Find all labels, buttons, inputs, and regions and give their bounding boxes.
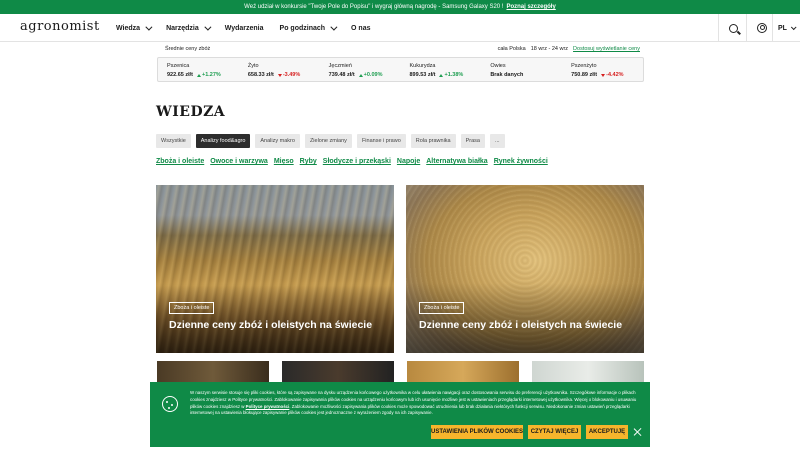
prices-panel: Pszenica 922.65 zł/t +1.27% Żyto 658.33 … bbox=[157, 57, 644, 82]
promo-text: Weź udział w konkursie "Twoje Pole do Po… bbox=[244, 4, 504, 10]
cookie-settings-button[interactable]: USTAWIENIA PLIKÓW COOKIES bbox=[431, 425, 523, 439]
prices-header: Średnie ceny zbóż cała Polska 18 wrz - 2… bbox=[165, 45, 640, 55]
price-name: Owies bbox=[490, 63, 506, 69]
price-value: 922.65 zł/t bbox=[167, 72, 193, 78]
nav-item-narzedzia[interactable]: Narzędzia bbox=[166, 23, 212, 32]
tab-prasa[interactable]: Prasa bbox=[460, 134, 485, 148]
price-item: Żyto 658.33 zł/t -3.49% bbox=[239, 58, 320, 81]
price-change: +1.27% bbox=[197, 72, 221, 78]
promo-details-link[interactable]: Poznaj szczegóły bbox=[506, 4, 555, 10]
category-link[interactable]: Rynek żywności bbox=[494, 158, 548, 165]
nav-item-label: O nas bbox=[351, 24, 371, 32]
nav-item-label: Wydarzenia bbox=[224, 24, 264, 32]
price-value: 658.33 zł/t bbox=[247, 72, 274, 78]
accept-button[interactable]: AKCEPTUJĘ bbox=[586, 425, 628, 439]
cookie-icon bbox=[162, 396, 178, 412]
price-value: 899.53 zł/t bbox=[409, 72, 436, 78]
price-item: Pszenżyto 750.89 zł/t -4.42% bbox=[562, 58, 643, 81]
tab-rola-prawnika[interactable]: Rola prawnika bbox=[410, 134, 456, 148]
read-more-button[interactable]: CZYTAJ WIĘCEJ bbox=[528, 425, 581, 439]
nav-item-label: Wiedza bbox=[116, 24, 141, 32]
price-value: Brak danych bbox=[490, 72, 524, 78]
prices-settings-link[interactable]: Dostosuj wyświetlanie ceny bbox=[573, 46, 640, 52]
category-link[interactable]: Ryby bbox=[300, 158, 317, 165]
tab-finanse-i-prawo[interactable]: Finanse i prawo bbox=[356, 134, 406, 148]
nav-item-label: Po godzinach bbox=[279, 24, 326, 32]
language-selector[interactable]: PL bbox=[772, 14, 800, 42]
arrow-down-icon bbox=[277, 73, 282, 77]
page-title: WIEDZA bbox=[156, 104, 226, 120]
price-change: +0.09% bbox=[358, 72, 382, 78]
user-icon bbox=[756, 23, 767, 33]
article-card[interactable]: Zboża i oleiste Dzienne ceny zbóż i olei… bbox=[156, 185, 394, 353]
arrow-down-icon bbox=[601, 73, 606, 77]
chevron-down-icon bbox=[145, 23, 153, 31]
tab-zielone-zmiany[interactable]: Zielone zmiany bbox=[304, 134, 352, 148]
article-category-badge: Zboża i oleiste bbox=[419, 302, 465, 314]
nav-item-o-nas[interactable]: O nas bbox=[351, 25, 370, 32]
site-header: agronomist Wiedza Narzędzia Wydarzenia P… bbox=[0, 14, 800, 42]
category-link[interactable]: Owoce i warzywa bbox=[210, 158, 268, 165]
arrow-up-icon bbox=[439, 73, 444, 77]
article-card[interactable]: Zboża i oleiste Dzienne ceny zbóż i olei… bbox=[406, 185, 644, 353]
prices-period: 18 wrz - 24 wrz bbox=[530, 46, 569, 52]
cookie-text: W naszym serwisie stosuje się pliki cook… bbox=[190, 390, 637, 416]
price-item: Owies Brak danych bbox=[481, 58, 562, 81]
price-item: Pszenica 922.65 zł/t +1.27% bbox=[158, 58, 239, 81]
privacy-policy-link[interactable]: Polityce prywatności bbox=[246, 404, 290, 409]
nav-item-wiedza[interactable]: Wiedza bbox=[116, 23, 153, 32]
price-change: -3.49% bbox=[277, 72, 300, 78]
promo-bar: Weź udział w konkursie "Twoje Pole do Po… bbox=[0, 0, 800, 14]
price-name: Jęczmień bbox=[328, 63, 352, 69]
price-value: 750.89 zł/t bbox=[571, 72, 598, 78]
price-change: +1.38% bbox=[439, 72, 463, 78]
tab-analizy-makro[interactable]: Analizy makro bbox=[255, 134, 300, 148]
article-category-badge: Zboża i oleiste bbox=[169, 302, 215, 314]
category-link[interactable]: Zboża i oleiste bbox=[156, 158, 204, 165]
category-link[interactable]: Mięso bbox=[274, 158, 294, 165]
category-link[interactable]: Napoje bbox=[397, 158, 420, 165]
category-link[interactable]: Alternatywa białka bbox=[426, 158, 487, 165]
category-link[interactable]: Słodycze i przekąski bbox=[323, 158, 391, 165]
chevron-down-icon bbox=[204, 23, 212, 31]
article-title: Dzienne ceny zbóż i oleistych na świecie bbox=[169, 319, 373, 331]
chevron-down-icon bbox=[790, 24, 797, 31]
language-label: PL bbox=[778, 24, 787, 32]
arrow-up-icon bbox=[197, 73, 201, 77]
chevron-down-icon bbox=[330, 23, 338, 31]
close-icon[interactable] bbox=[633, 427, 643, 437]
tab-analizy-food-agro[interactable]: Analizy food&agro bbox=[195, 134, 251, 148]
price-name: Pszenżyto bbox=[571, 63, 597, 69]
filter-tabs: Wszystkie Analizy food&agro Analizy makr… bbox=[156, 134, 505, 148]
main-nav: Wiedza Narzędzia Wydarzenia Po godzinach… bbox=[116, 14, 386, 42]
nav-item-po-godzinach[interactable]: Po godzinach bbox=[279, 23, 338, 32]
tab-more[interactable]: ... bbox=[490, 134, 505, 148]
price-name: Żyto bbox=[247, 63, 259, 69]
search-icon bbox=[729, 23, 738, 33]
cookie-banner: W naszym serwisie stosuje się pliki cook… bbox=[150, 382, 650, 447]
article-title: Dzienne ceny zbóż i oleistych na świecie bbox=[419, 319, 623, 331]
price-value: 739.48 zł/t bbox=[328, 72, 355, 78]
price-change: -4.42% bbox=[601, 72, 624, 78]
nav-item-label: Narzędzia bbox=[166, 24, 199, 32]
price-name: Pszenica bbox=[167, 63, 190, 69]
prices-region: cała Polska bbox=[497, 46, 526, 52]
site-logo[interactable]: agronomist bbox=[20, 19, 100, 34]
price-item: Jęczmień 739.48 zł/t +0.09% bbox=[320, 58, 401, 81]
price-name: Kukurydza bbox=[409, 63, 436, 69]
arrow-up-icon bbox=[358, 73, 363, 77]
category-links: Zboża i oleiste Owoce i warzywa Mięso Ry… bbox=[156, 158, 548, 165]
prices-title: Średnie ceny zbóż bbox=[165, 46, 211, 52]
tab-wszystkie[interactable]: Wszystkie bbox=[156, 134, 191, 148]
search-button[interactable] bbox=[718, 14, 748, 42]
price-item: Kukurydza 899.53 zł/t +1.38% bbox=[400, 58, 481, 81]
nav-item-wydarzenia[interactable]: Wydarzenia bbox=[225, 25, 264, 32]
